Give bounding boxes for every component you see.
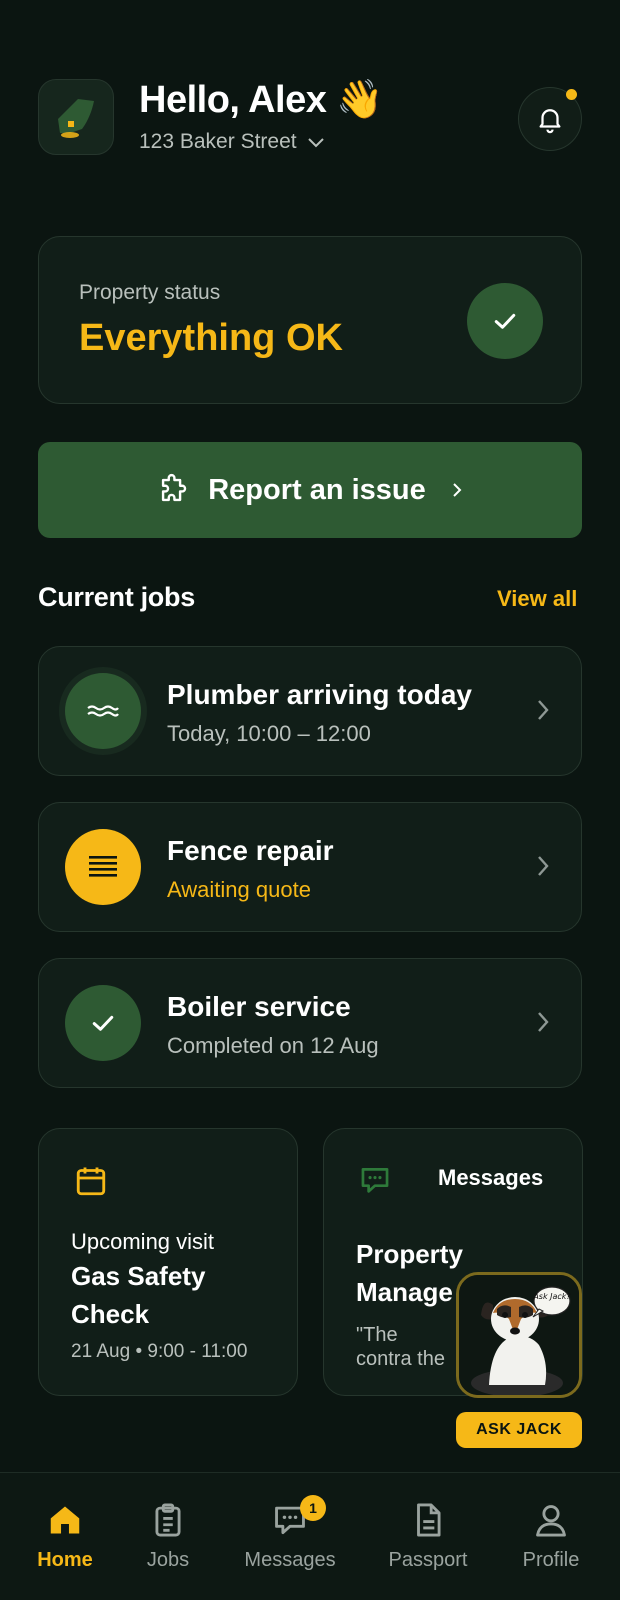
job-subtitle: Today, 10:00 – 12:00 xyxy=(167,721,371,746)
upcoming-visit-card[interactable]: Upcoming visit Gas Safety Check 21 Aug •… xyxy=(38,1128,298,1396)
address-label: 123 Baker Street xyxy=(139,130,297,153)
report-issue-button[interactable]: Report an issue xyxy=(38,442,582,538)
notification-dot xyxy=(566,89,577,100)
property-status-card: Property status Everything OK xyxy=(38,236,582,404)
clipboard-icon xyxy=(155,1503,181,1537)
job-title: Boiler service xyxy=(167,991,351,1022)
document-icon xyxy=(417,1503,441,1537)
upcoming-meta: 21 Aug • 9:00 - 11:00 xyxy=(71,1341,248,1362)
chevron-down-icon xyxy=(307,138,324,148)
job-card-boiler[interactable]: Boiler service Completed on 12 Aug xyxy=(38,958,582,1088)
fence-lines-icon xyxy=(89,856,117,877)
current-jobs-title: Current jobs xyxy=(38,582,195,612)
tab-jobs[interactable]: Jobs xyxy=(106,1501,230,1572)
job-title: Fence repair xyxy=(167,835,334,866)
chevron-right-icon xyxy=(453,483,462,497)
job-icon-badge xyxy=(65,829,141,905)
puzzle-icon xyxy=(162,473,187,502)
messages-label: Messages xyxy=(438,1165,544,1190)
ask-jack-avatar[interactable]: Ask Jack? xyxy=(456,1272,582,1398)
bottom-tab-bar: Home Jobs Messages 1 Passport Profile xyxy=(0,1472,620,1600)
upcoming-title: Gas Safety Check xyxy=(71,1261,206,1329)
check-icon xyxy=(92,1015,114,1031)
upcoming-label: Upcoming visit xyxy=(71,1229,215,1254)
chevron-right-icon xyxy=(538,700,549,720)
home-icon xyxy=(50,1506,80,1534)
chevron-right-icon xyxy=(538,856,549,876)
water-wave-icon xyxy=(87,705,119,717)
ask-jack-button[interactable]: ASK JACK xyxy=(456,1412,582,1448)
report-issue-label: Report an issue xyxy=(208,473,426,506)
status-value: Everything OK xyxy=(79,317,343,359)
status-check-badge xyxy=(467,283,543,359)
messages-count-badge: 1 xyxy=(300,1495,326,1521)
job-icon-badge xyxy=(65,673,141,749)
job-card-fence[interactable]: Fence repair Awaiting quote xyxy=(38,802,582,932)
tab-label: Jobs xyxy=(146,1549,190,1571)
app-logo xyxy=(38,79,114,155)
tab-label: Profile xyxy=(522,1549,580,1571)
tab-label: Home xyxy=(37,1549,93,1571)
job-subtitle: Completed on 12 Aug xyxy=(167,1033,379,1058)
job-card-plumber[interactable]: Plumber arriving today Today, 10:00 – 12… xyxy=(38,646,582,776)
dog-avatar-icon: Ask Jack? xyxy=(459,1275,579,1395)
tab-label: Messages xyxy=(244,1549,336,1571)
tab-profile[interactable]: Profile xyxy=(489,1501,613,1572)
greeting-title: Hello, Alex 👋 xyxy=(139,79,384,121)
tab-messages[interactable]: Messages 1 xyxy=(228,1495,352,1572)
job-subtitle: Awaiting quote xyxy=(167,877,311,902)
user-icon xyxy=(536,1505,566,1537)
calendar-icon xyxy=(76,1167,106,1196)
house-logo-icon xyxy=(58,99,94,138)
bell-icon xyxy=(539,109,561,134)
message-icon xyxy=(361,1168,389,1193)
chevron-right-icon xyxy=(538,1012,549,1032)
messages-quote: "The contra the way." xyxy=(356,1324,445,1375)
check-icon xyxy=(494,313,516,329)
view-all-link[interactable]: View all xyxy=(497,586,577,612)
address-selector[interactable]: 123 Baker Street xyxy=(139,130,325,154)
status-label: Property status xyxy=(79,281,221,304)
job-title: Plumber arriving today xyxy=(167,679,472,710)
tab-label: Passport xyxy=(388,1549,468,1571)
tab-passport[interactable]: Passport xyxy=(366,1501,490,1572)
job-icon-badge xyxy=(65,985,141,1061)
jack-bubble-text: Ask Jack? xyxy=(532,1292,571,1301)
